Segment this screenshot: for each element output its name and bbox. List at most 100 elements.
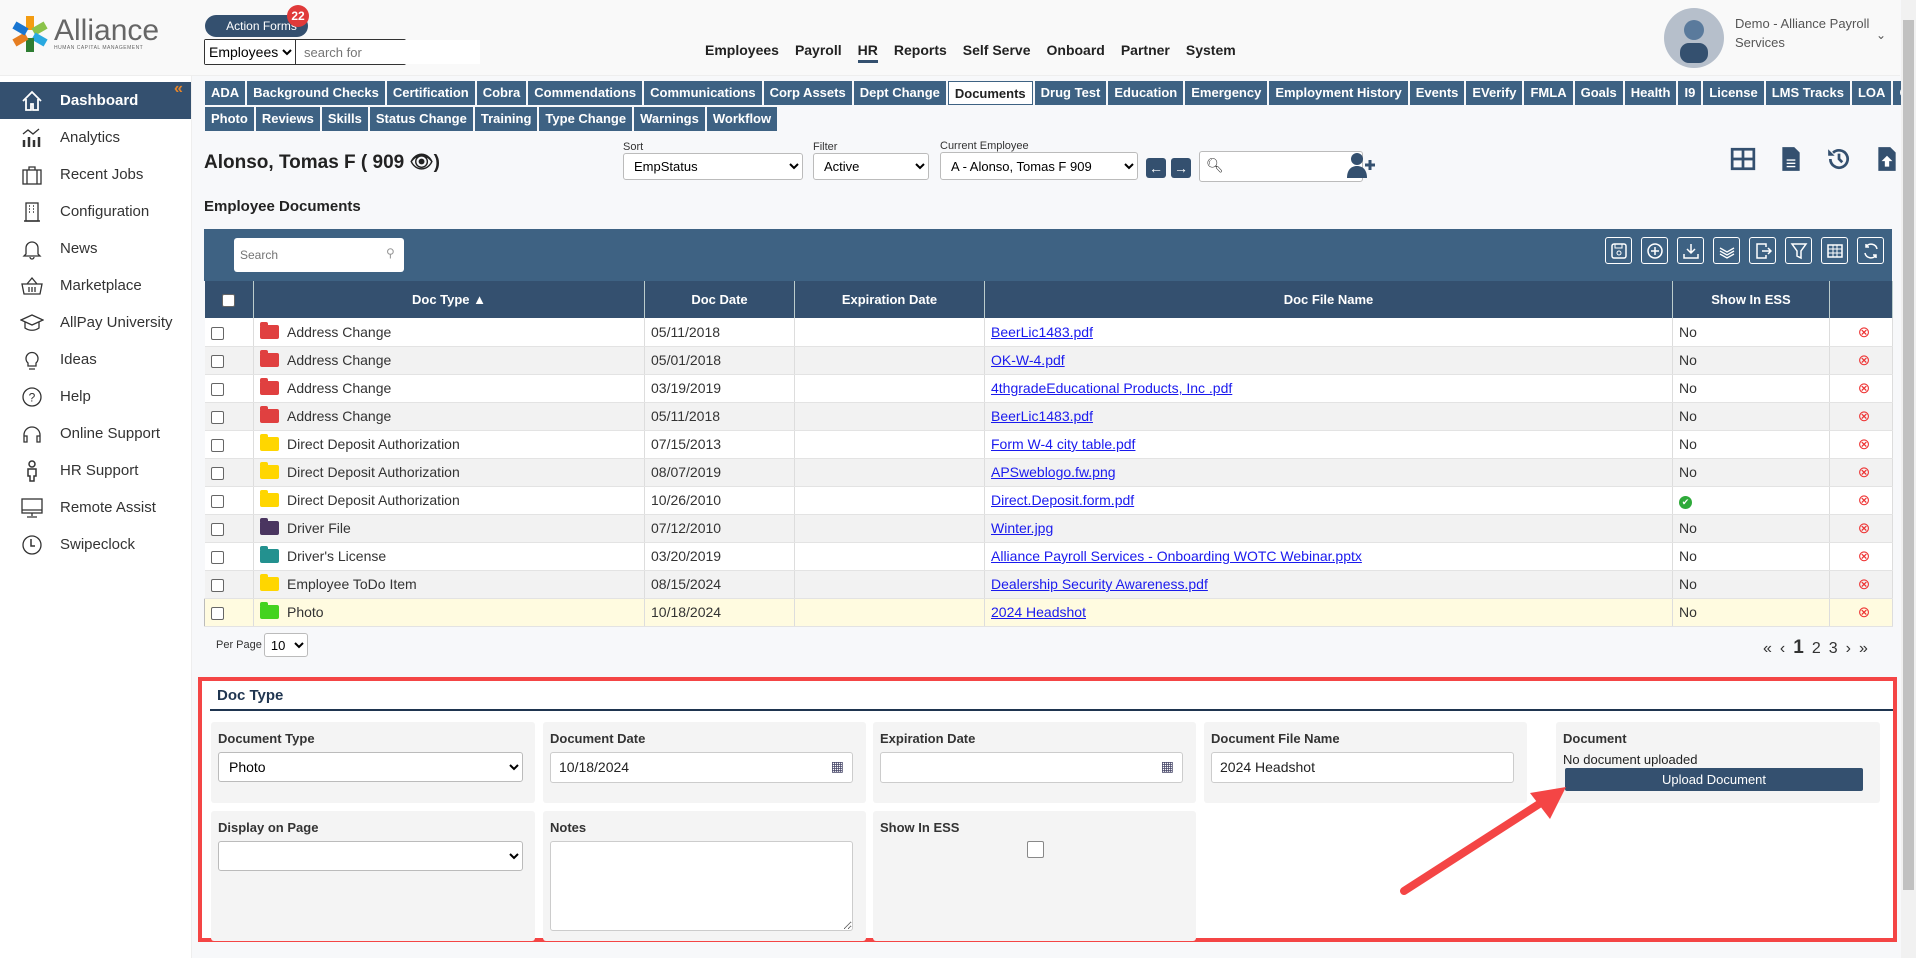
nav-payroll[interactable]: Payroll (795, 42, 842, 63)
document-date-input[interactable]: 10/18/2024 (550, 752, 853, 783)
tab-ada[interactable]: ADA (205, 81, 246, 105)
layers-button[interactable] (1713, 237, 1740, 264)
last-page-button[interactable]: » (1859, 640, 1868, 658)
table-row[interactable]: Direct Deposit Authorization 08/07/2019 AP… (204, 458, 1893, 487)
file-link[interactable]: Form W-4 city table.pdf (991, 436, 1135, 452)
avatar[interactable] (1664, 8, 1724, 68)
page-1[interactable]: 1 (1793, 637, 1804, 659)
notes-textarea[interactable] (550, 841, 853, 931)
columns-button[interactable] (1821, 237, 1848, 264)
per-page-select[interactable]: 10 (263, 633, 308, 657)
tab-events[interactable]: Events (1409, 81, 1465, 105)
grid-icon[interactable] (1730, 146, 1756, 172)
alliance-logo[interactable]: Alliance HUMAN CAPITAL MANAGEMENT (10, 14, 159, 54)
tab-status-change[interactable]: Status Change (369, 107, 473, 131)
delete-icon[interactable]: ⊗ (1829, 514, 1893, 543)
table-row[interactable]: Address Change 05/11/2018 BeerLic1483.pdf N… (204, 402, 1893, 431)
file-link[interactable]: 4thgradeEducational Products, Inc .pdf (991, 380, 1232, 396)
download-button[interactable] (1677, 237, 1704, 264)
export-button[interactable] (1749, 237, 1776, 264)
calendar-icon[interactable]: ▦ (1161, 758, 1174, 775)
sidebar-item-configuration[interactable]: Configuration (0, 193, 191, 230)
tab-photo[interactable]: Photo (205, 107, 254, 131)
previous-employee-button[interactable]: ← (1146, 158, 1166, 178)
row-checkbox[interactable] (210, 438, 224, 452)
history-icon[interactable] (1826, 146, 1852, 172)
select-all-checkbox[interactable] (222, 294, 236, 308)
tab-drug-test[interactable]: Drug Test (1034, 81, 1107, 105)
tab-license[interactable]: License (1703, 81, 1764, 105)
table-row[interactable]: Address Change 05/11/2018 BeerLic1483.pdf N… (204, 318, 1893, 347)
sidebar-item-dashboard[interactable]: Dashboard (0, 82, 191, 119)
nav-system[interactable]: System (1186, 42, 1236, 63)
nav-onboard[interactable]: Onboard (1047, 42, 1105, 63)
refresh-button[interactable] (1857, 237, 1884, 264)
table-row[interactable]: Direct Deposit Authorization 07/15/2013 Fo… (204, 430, 1893, 459)
chevron-down-icon[interactable]: ⌄ (1876, 28, 1886, 42)
file-link[interactable]: Winter.jpg (991, 520, 1053, 536)
row-checkbox[interactable] (210, 410, 224, 424)
sidebar-item-remote-assist[interactable]: Remote Assist (0, 489, 191, 526)
row-checkbox[interactable] (210, 494, 224, 508)
file-link[interactable]: 2024 Headshot (991, 604, 1086, 620)
collapse-sidebar-icon[interactable]: « (174, 80, 183, 98)
file-link[interactable]: Direct.Deposit.form.pdf (991, 492, 1134, 508)
delete-icon[interactable]: ⊗ (1829, 458, 1893, 487)
sidebar-item-swipeclock[interactable]: Swipeclock (0, 526, 191, 563)
tab-skills[interactable]: Skills (321, 107, 368, 131)
file-link[interactable]: Alliance Payroll Services - Onboarding W… (991, 548, 1362, 564)
tab-i9[interactable]: I9 (1678, 81, 1702, 105)
previous-page-button[interactable]: ‹ (1780, 640, 1785, 658)
sort-select[interactable]: EmpStatus (623, 153, 803, 180)
tab-emergency[interactable]: Emergency (1185, 81, 1268, 105)
tab-fmla[interactable]: FMLA (1524, 81, 1573, 105)
row-checkbox[interactable] (210, 382, 224, 396)
next-employee-button[interactable]: → (1171, 158, 1191, 178)
tab-reviews[interactable]: Reviews (255, 107, 320, 131)
sidebar-item-analytics[interactable]: Analytics (0, 119, 191, 156)
nav-hr[interactable]: HR (857, 42, 878, 63)
current-employee-select[interactable]: A - Alonso, Tomas F 909 (940, 152, 1138, 180)
delete-icon[interactable]: ⊗ (1829, 598, 1893, 627)
user-name[interactable]: Demo - Alliance Payroll Services (1735, 14, 1885, 52)
table-row[interactable]: Photo 10/18/2024 2024 Headshot No ⊗ (204, 598, 1893, 627)
filter-select[interactable]: Active (813, 153, 929, 180)
table-row[interactable]: Driver's License 03/20/2019 Alliance Payro… (204, 542, 1893, 571)
file-link[interactable]: APSweblogo.fw.png (991, 464, 1116, 480)
document-type-select[interactable]: Photo (218, 752, 523, 782)
nav-self-serve[interactable]: Self Serve (963, 42, 1031, 63)
sidebar-item-help[interactable]: ? Help (0, 378, 191, 415)
search-scope-select[interactable]: Employees (205, 40, 296, 64)
row-checkbox[interactable] (210, 354, 224, 368)
tab-goals[interactable]: Goals (1574, 81, 1623, 105)
file-link[interactable]: BeerLic1483.pdf (991, 408, 1093, 424)
tab-cobra[interactable]: Cobra (476, 81, 527, 105)
file-link[interactable]: OK-W-4.pdf (991, 352, 1065, 368)
add-employee-button[interactable] (1346, 150, 1378, 183)
tab-commendations[interactable]: Commendations (528, 81, 643, 105)
row-checkbox[interactable] (211, 606, 224, 620)
row-checkbox[interactable] (210, 522, 224, 536)
eye-icon[interactable]: 👁 (410, 152, 434, 173)
column-show-in-ess[interactable]: Show In ESS (1672, 281, 1830, 318)
expiration-date-input[interactable] (880, 752, 1183, 783)
column-doc-date[interactable]: Doc Date (644, 281, 795, 318)
table-row[interactable]: Direct Deposit Authorization 10/26/2010 Di… (204, 486, 1893, 515)
row-checkbox[interactable] (210, 550, 224, 564)
tab-employment-history[interactable]: Employment History (1269, 81, 1408, 105)
sidebar-item-hr-support[interactable]: HR Support (0, 452, 191, 489)
delete-icon[interactable]: ⊗ (1829, 346, 1893, 375)
next-page-button[interactable]: › (1846, 640, 1851, 658)
tab-warnings[interactable]: Warnings (634, 107, 705, 131)
delete-icon[interactable]: ⊗ (1829, 486, 1893, 515)
tab-documents[interactable]: Documents (947, 81, 1033, 105)
calendar-icon[interactable]: ▦ (831, 758, 844, 775)
tab-type-change[interactable]: Type Change (539, 107, 633, 131)
upload-file-icon[interactable] (1874, 146, 1900, 172)
row-checkbox[interactable] (210, 578, 224, 592)
table-row[interactable]: Address Change 03/19/2019 4thgradeEducatio… (204, 374, 1893, 403)
tab-education[interactable]: Education (1108, 81, 1184, 105)
document-icon[interactable] (1778, 146, 1804, 172)
table-row[interactable]: Employee ToDo Item 08/15/2024 Dealership S… (204, 570, 1893, 599)
table-row[interactable]: Driver File 07/12/2010 Winter.jpg No ⊗ (204, 514, 1893, 543)
